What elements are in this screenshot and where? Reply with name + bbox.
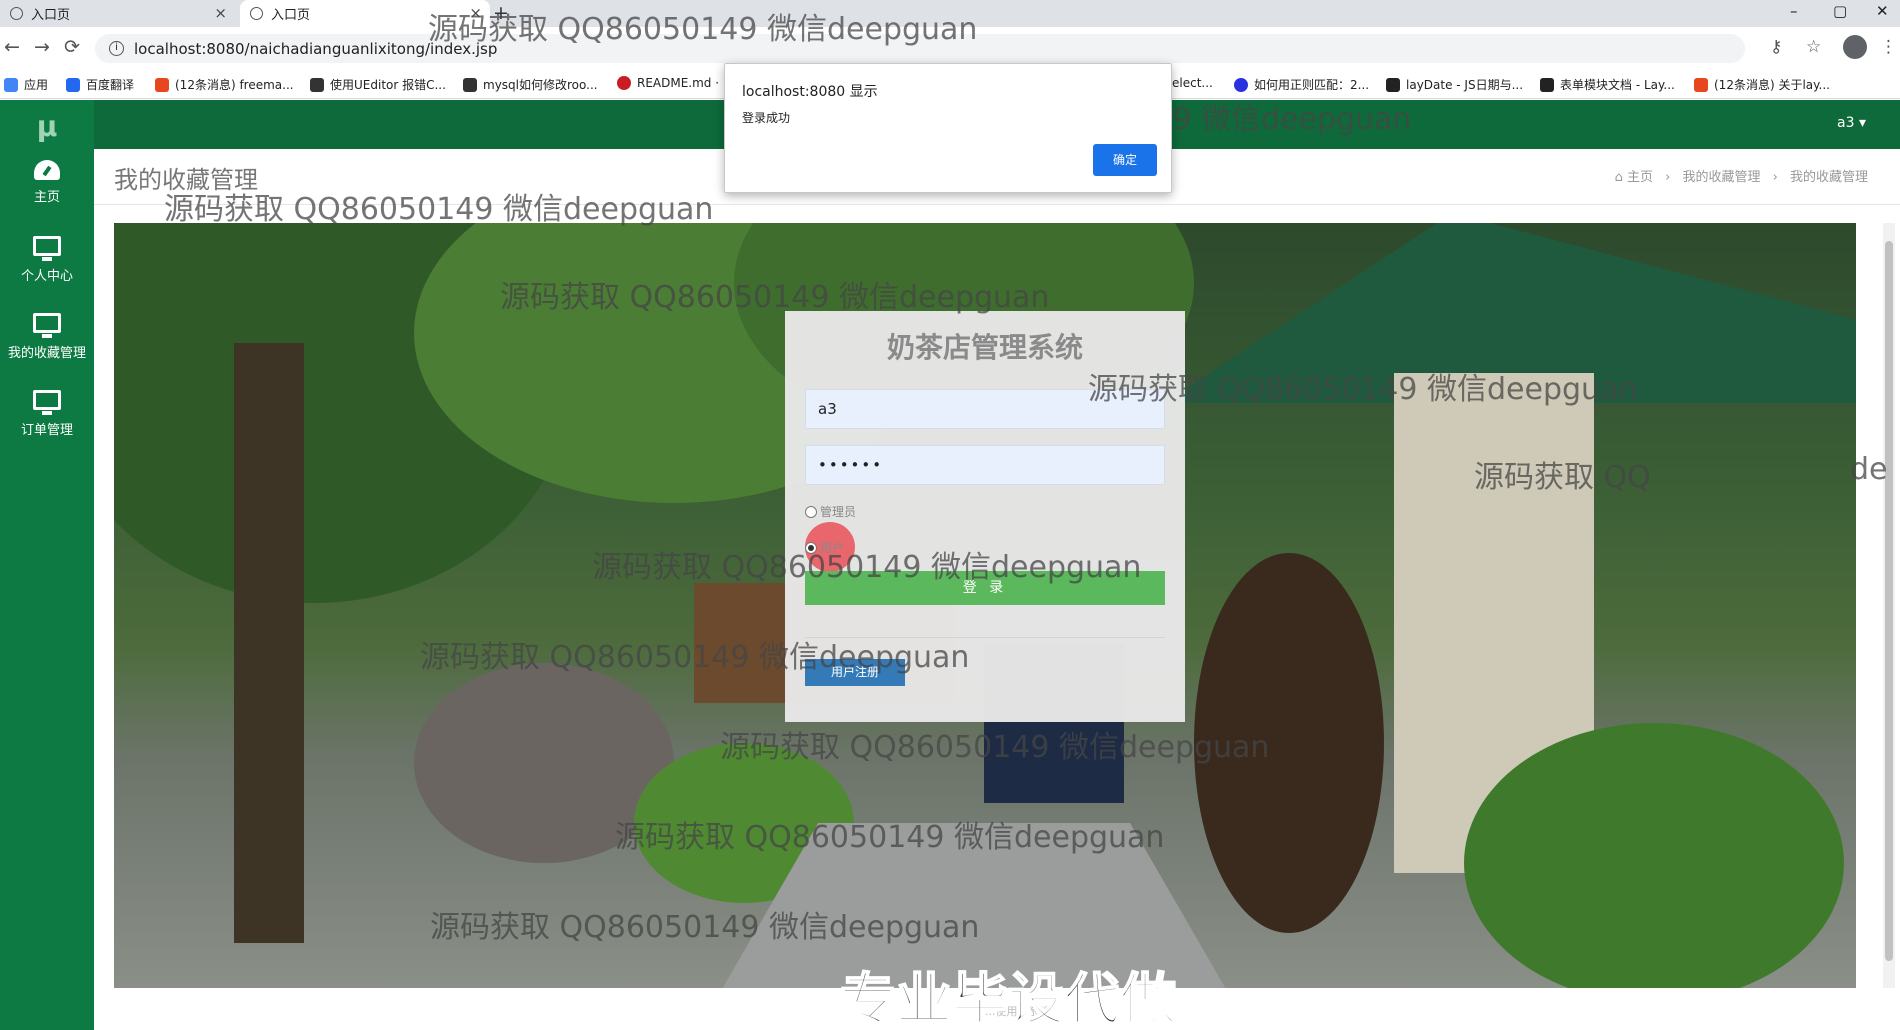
watermark-text: 源码获取 QQ86050149 微信deepguan — [164, 192, 714, 227]
watermark-text: 源码获取 QQ86050149 微信deepguan — [592, 550, 1142, 585]
breadcrumb-home[interactable]: ⌂ 主页 — [1615, 170, 1653, 185]
baidu-icon — [1234, 77, 1248, 92]
user-menu[interactable]: a3 ▾ — [1837, 115, 1866, 131]
browser-tab[interactable]: 入口页 × — [0, 0, 235, 27]
password-input[interactable]: •••••• — [805, 445, 1165, 485]
back-icon[interactable]: ← — [4, 36, 20, 58]
site-info-icon[interactable]: i — [109, 41, 124, 56]
bookmark-label: 百度翻译 — [86, 78, 135, 92]
alert-title: localhost:8080 显示 — [742, 84, 878, 100]
gitee-icon — [617, 76, 631, 90]
sidebar-item-label: 个人中心 — [20, 269, 73, 284]
tab-title: 入口页 — [31, 8, 71, 23]
app-logo: μ — [36, 110, 58, 143]
watermark-text: 源码获取 QQ86050149 微信deepguan — [430, 910, 980, 945]
apps-icon — [4, 77, 18, 92]
restore-button[interactable]: ▢ — [1833, 2, 1847, 20]
breadcrumb-current: 我的收藏管理 — [1789, 170, 1868, 185]
key-icon[interactable]: ⚷ — [1770, 37, 1782, 57]
bookmark-label: (12条消息) freema... — [175, 78, 294, 92]
sidebar-item-favorites[interactable]: 我的收藏管理 — [0, 313, 94, 379]
link-icon — [463, 77, 477, 92]
profile-icon[interactable] — [1843, 35, 1867, 59]
monitor-icon — [33, 236, 61, 261]
password-value: •••••• — [818, 456, 884, 474]
bush-shape — [1464, 723, 1844, 988]
watermark-text: 源码获取 QQ — [1474, 460, 1651, 495]
bookmark-item[interactable]: 表单模块文档 - Lay... — [1540, 76, 1675, 93]
monitor-icon — [33, 313, 61, 338]
app-sidebar: μ 主页 个人中心 我的收藏管理 订单管理 — [0, 100, 94, 1030]
alert-message: 登录成功 — [742, 111, 791, 125]
close-tab-icon[interactable]: × — [214, 4, 227, 22]
bookmark-item[interactable]: (12条消息) 关于lay... — [1694, 76, 1830, 93]
tab-title: 入口页 — [271, 8, 311, 23]
breadcrumb-separator: › — [1665, 170, 1671, 185]
browser-menu-icon[interactable]: ⋮ — [1880, 37, 1897, 57]
breadcrumb: ⌂ 主页 › 我的收藏管理 › 我的收藏管理 — [1611, 166, 1872, 185]
tree-trunk-shape — [234, 343, 304, 943]
bookmark-item[interactable]: 百度翻译 — [66, 76, 134, 93]
bookmark-item[interactable]: mysql如何修改roo... — [463, 76, 598, 93]
bookmark-label: mysql如何修改roo... — [483, 78, 598, 92]
watermark-text: 源码获取 QQ86050149 微信deepguan — [720, 730, 1270, 765]
reload-icon[interactable]: ⟳ — [64, 36, 80, 58]
globe-icon — [250, 7, 263, 20]
bookmark-item[interactable]: (12条消息) freema... — [155, 76, 294, 93]
link-icon — [310, 77, 324, 92]
bookmark-label: README.md · — [637, 76, 720, 90]
watermark-text: 源码获取 QQ86050149 微信deepguan — [420, 640, 970, 675]
baidu-translate-icon — [66, 77, 80, 92]
watermark-text: 源码获取 QQ86050149 微信deepguan — [1088, 372, 1638, 407]
breadcrumb-separator: › — [1772, 170, 1778, 185]
breadcrumb-item[interactable]: 我的收藏管理 — [1682, 170, 1760, 185]
bookmark-label: 如何用正则匹配：2... — [1254, 78, 1370, 92]
bookmark-label: 应用 — [24, 78, 49, 92]
watermark-text: de — [1850, 452, 1888, 487]
minimize-button[interactable]: – — [1790, 2, 1798, 20]
csdn-icon — [155, 77, 169, 92]
globe-icon — [10, 7, 23, 20]
radio-button[interactable] — [805, 505, 817, 518]
alert-ok-button[interactable]: 确定 — [1093, 144, 1157, 176]
layui-icon — [1386, 77, 1400, 92]
radio-label: 管理员 — [820, 505, 857, 519]
promo-banner: 专业毕设代做 — [839, 967, 1177, 1030]
watermark-text: 源码获取 QQ86050149 微信deepguan — [428, 12, 978, 47]
sidebar-item-profile[interactable]: 个人中心 — [0, 236, 94, 302]
watermark-text: 源码获取 QQ86050149 微信deepguan — [615, 820, 1165, 855]
alert-dialog: localhost:8080 显示 登录成功 确定 — [724, 63, 1172, 193]
bookmark-label: 表单模块文档 - Lay... — [1560, 78, 1675, 92]
bookmark-item[interactable]: README.md · — [617, 76, 719, 90]
bookmark-item[interactable]: 如何用正则匹配：2... — [1234, 76, 1369, 93]
sidebar-item-label: 主页 — [33, 190, 60, 205]
bookmark-label: elect... — [1172, 76, 1213, 90]
scrollbar-thumb[interactable] — [1885, 241, 1893, 961]
sidebar-item-home[interactable]: 主页 — [0, 160, 94, 226]
bookmark-item[interactable]: layDate - JS日期与... — [1386, 76, 1523, 93]
scrollbar[interactable] — [1883, 223, 1895, 988]
login-title: 奶茶店管理系统 — [886, 331, 1083, 364]
bookmark-apps[interactable]: 应用 — [4, 76, 48, 93]
bookmark-label: 使用UEditor 报错C... — [330, 78, 446, 92]
bookmark-item[interactable]: 使用UEditor 报错C... — [310, 76, 446, 93]
bookmark-item[interactable]: elect... — [1172, 76, 1213, 90]
sidebar-item-label: 订单管理 — [20, 423, 73, 438]
close-window-button[interactable]: ✕ — [1876, 2, 1889, 20]
bookmark-label: layDate - JS日期与... — [1406, 78, 1524, 92]
layui-icon — [1540, 77, 1554, 92]
monitor-icon — [33, 390, 61, 415]
username-value: a3 — [818, 400, 837, 418]
forward-icon[interactable]: → — [34, 36, 50, 58]
watermark-text: 源码获取 QQ86050149 微信deepguan — [500, 280, 1050, 315]
bookmark-star-icon[interactable]: ☆ — [1806, 37, 1821, 57]
sidebar-item-label: 我的收藏管理 — [7, 346, 86, 361]
role-radio-admin[interactable]: 管理员 — [805, 503, 856, 520]
csdn-icon — [1694, 77, 1708, 92]
dashboard-icon — [34, 160, 60, 180]
sidebar-item-orders[interactable]: 订单管理 — [0, 390, 94, 456]
bookmark-label: (12条消息) 关于lay... — [1714, 78, 1830, 92]
